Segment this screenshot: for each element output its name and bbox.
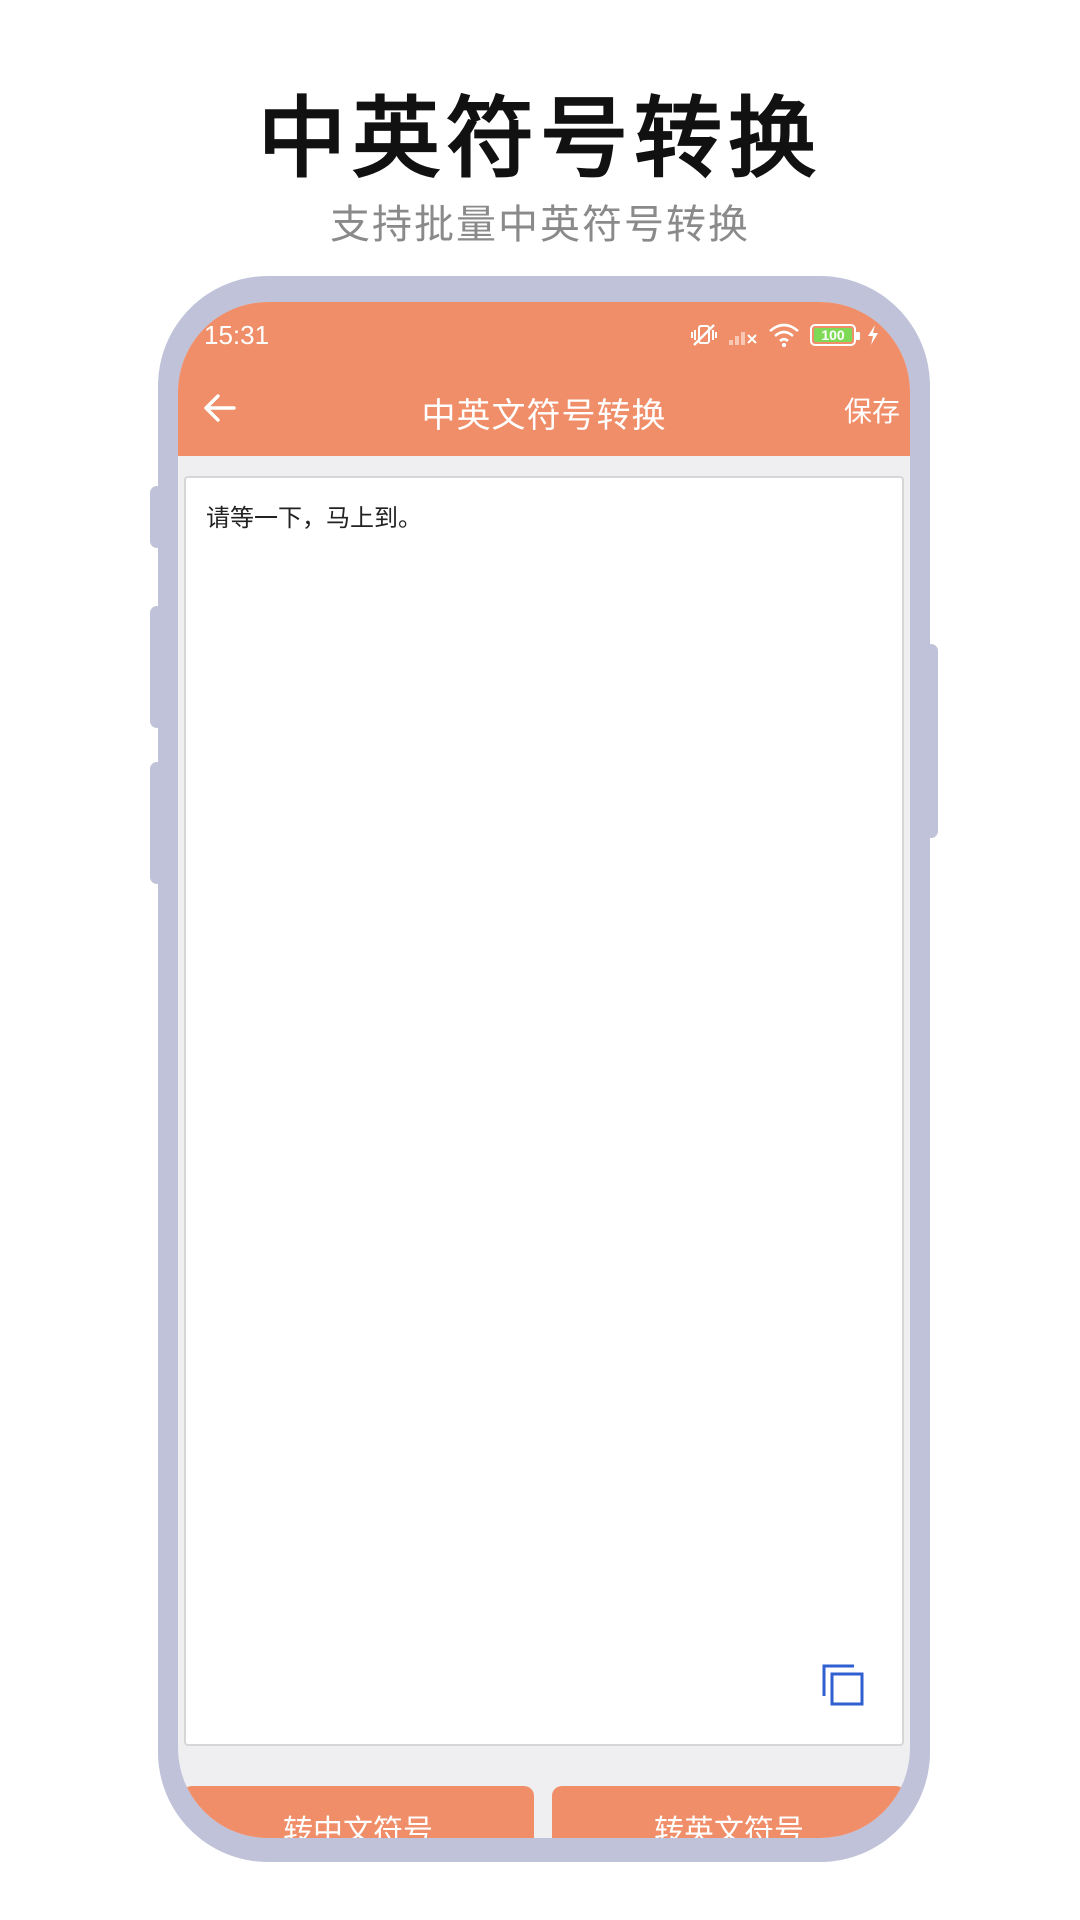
wifi-icon (768, 322, 800, 348)
battery-percent: 100 (821, 327, 845, 343)
promo-title: 中英符号转换 (257, 87, 822, 190)
charging-icon (866, 324, 880, 346)
mute-vibrate-icon (690, 321, 718, 349)
copy-icon (822, 1664, 864, 1706)
phone-screen: 15:31 100 中英文符号转换 保存 请等一下，马上到。 转中文符号 转英文… (178, 302, 910, 1838)
signal-icon (728, 323, 758, 347)
save-button[interactable]: 保存 (844, 390, 900, 430)
phone-power-button (924, 644, 938, 838)
copy-button[interactable] (820, 1662, 866, 1708)
phone-volume-up-button (150, 606, 164, 728)
input-text[interactable]: 请等一下，马上到。 (206, 498, 422, 533)
app-header: 15:31 100 中英文符号转换 保存 (178, 302, 910, 456)
convert-to-chinese-button[interactable]: 转中文符号 (182, 1786, 534, 1838)
phone-volume-down-button (150, 762, 164, 884)
status-time: 15:31 (204, 320, 270, 350)
battery-cap (856, 332, 860, 340)
convert-to-english-button[interactable]: 转英文符号 (552, 1786, 906, 1838)
status-icons: 100 (690, 318, 880, 352)
page-title: 中英文符号转换 (421, 396, 667, 436)
battery-icon: 100 (810, 324, 860, 346)
phone-side-button (150, 486, 164, 548)
text-input-area[interactable]: 请等一下，马上到。 (184, 476, 904, 1746)
promo-subtitle: 支持批量中英符号转换 (330, 202, 750, 248)
